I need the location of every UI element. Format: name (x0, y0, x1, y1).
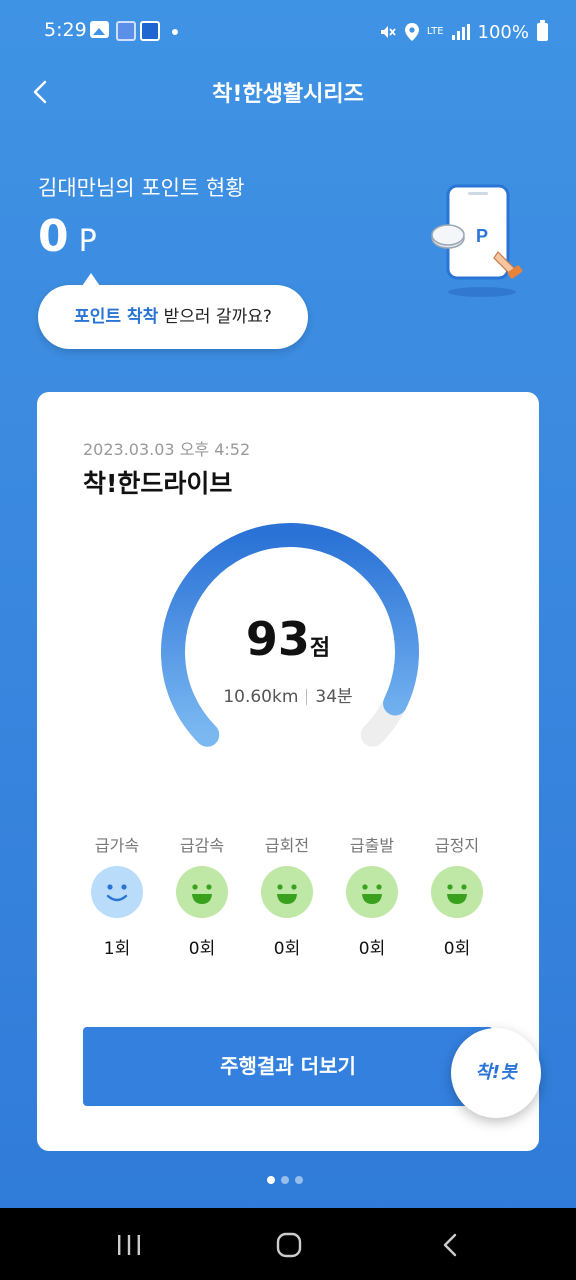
points-value: 0P (38, 210, 97, 269)
more-notifications-icon (172, 29, 178, 35)
page-dot-3[interactable] (295, 1176, 303, 1184)
status-indicators: LTE 100% (379, 19, 548, 45)
battery-icon (537, 20, 548, 41)
drive-result-card: 2023.03.03 오후 4:52 착!한드라이브 93점 10.60km 34… (37, 392, 539, 1151)
chatbot-button[interactable]: 착!봇 (451, 1028, 541, 1118)
event-rapid-accel: 급가속 1회 (82, 832, 152, 959)
driving-events: 급가속 1회 급감속 0회 급회전 0회 급출발 0회 급정지 0회 (82, 832, 492, 959)
event-count: 0회 (358, 939, 386, 959)
event-sharp-turn: 급회전 0회 (252, 832, 322, 959)
lte-icon: LTE (426, 26, 444, 37)
event-count: 1회 (103, 939, 131, 959)
happy-face-icon (346, 866, 398, 918)
location-icon (404, 23, 419, 41)
app-notification-icon (116, 21, 136, 41)
event-count: 0회 (273, 939, 301, 959)
happy-face-icon (431, 866, 483, 918)
event-label: 급회전 (264, 836, 310, 855)
page-dot-1[interactable] (267, 1176, 275, 1184)
gallery-notification-icon (90, 21, 109, 38)
score-display: 93점 (37, 612, 539, 666)
page-indicator (267, 1176, 303, 1184)
points-number: 0 (38, 211, 69, 262)
score-unit: 점 (309, 636, 331, 661)
bubble-accent-text: 포인트 착착 (74, 307, 159, 327)
app-notification-icon-2 (140, 21, 160, 41)
svg-text:P: P (476, 226, 488, 246)
signal-icon (451, 24, 470, 40)
event-label: 급정지 (434, 836, 480, 855)
view-more-results-button[interactable]: 주행결과 더보기 (83, 1027, 493, 1106)
event-rapid-start: 급출발 0회 (337, 832, 407, 959)
points-unit: P (78, 224, 97, 259)
system-nav-bar (0, 1208, 576, 1280)
card-title: 착!한드라이브 (83, 469, 233, 498)
status-time: 5:29 (44, 19, 87, 41)
recent-apps-icon[interactable] (114, 1230, 144, 1260)
status-bar: 5:29 LTE 100% (0, 0, 576, 62)
phone-points-illustration: P (431, 184, 523, 297)
event-count: 0회 (443, 939, 471, 959)
drive-distance: 10.60km (223, 687, 299, 707)
score-value: 93 (245, 612, 310, 666)
back-nav-icon[interactable] (436, 1230, 466, 1260)
divider (306, 689, 308, 705)
points-bubble-button[interactable]: 포인트 착착 받으러 갈까요? (38, 273, 308, 349)
battery-percent: 100% (477, 21, 529, 43)
drive-date: 2023.03.03 오후 4:52 (83, 440, 251, 459)
happy-face-icon (176, 866, 228, 918)
happy-face-icon (261, 866, 313, 918)
event-label: 급출발 (349, 836, 395, 855)
page-dot-2[interactable] (281, 1176, 289, 1184)
event-label: 급감속 (179, 836, 225, 855)
bubble-text: 받으러 갈까요? (158, 307, 272, 327)
mute-icon (380, 26, 396, 38)
event-rapid-decel: 급감속 0회 (167, 832, 237, 959)
event-sudden-stop: 급정지 0회 (422, 832, 492, 959)
points-label: 김대만님의 포인트 현황 (38, 176, 245, 200)
event-label: 급가속 (94, 836, 140, 855)
event-count: 0회 (188, 939, 216, 959)
drive-summary: 10.60km 34분 (37, 682, 539, 707)
home-icon[interactable] (274, 1230, 304, 1260)
drive-duration: 34분 (315, 687, 353, 707)
neutral-face-icon (91, 866, 143, 918)
page-title: 착!한생활시리즈 (212, 82, 364, 107)
